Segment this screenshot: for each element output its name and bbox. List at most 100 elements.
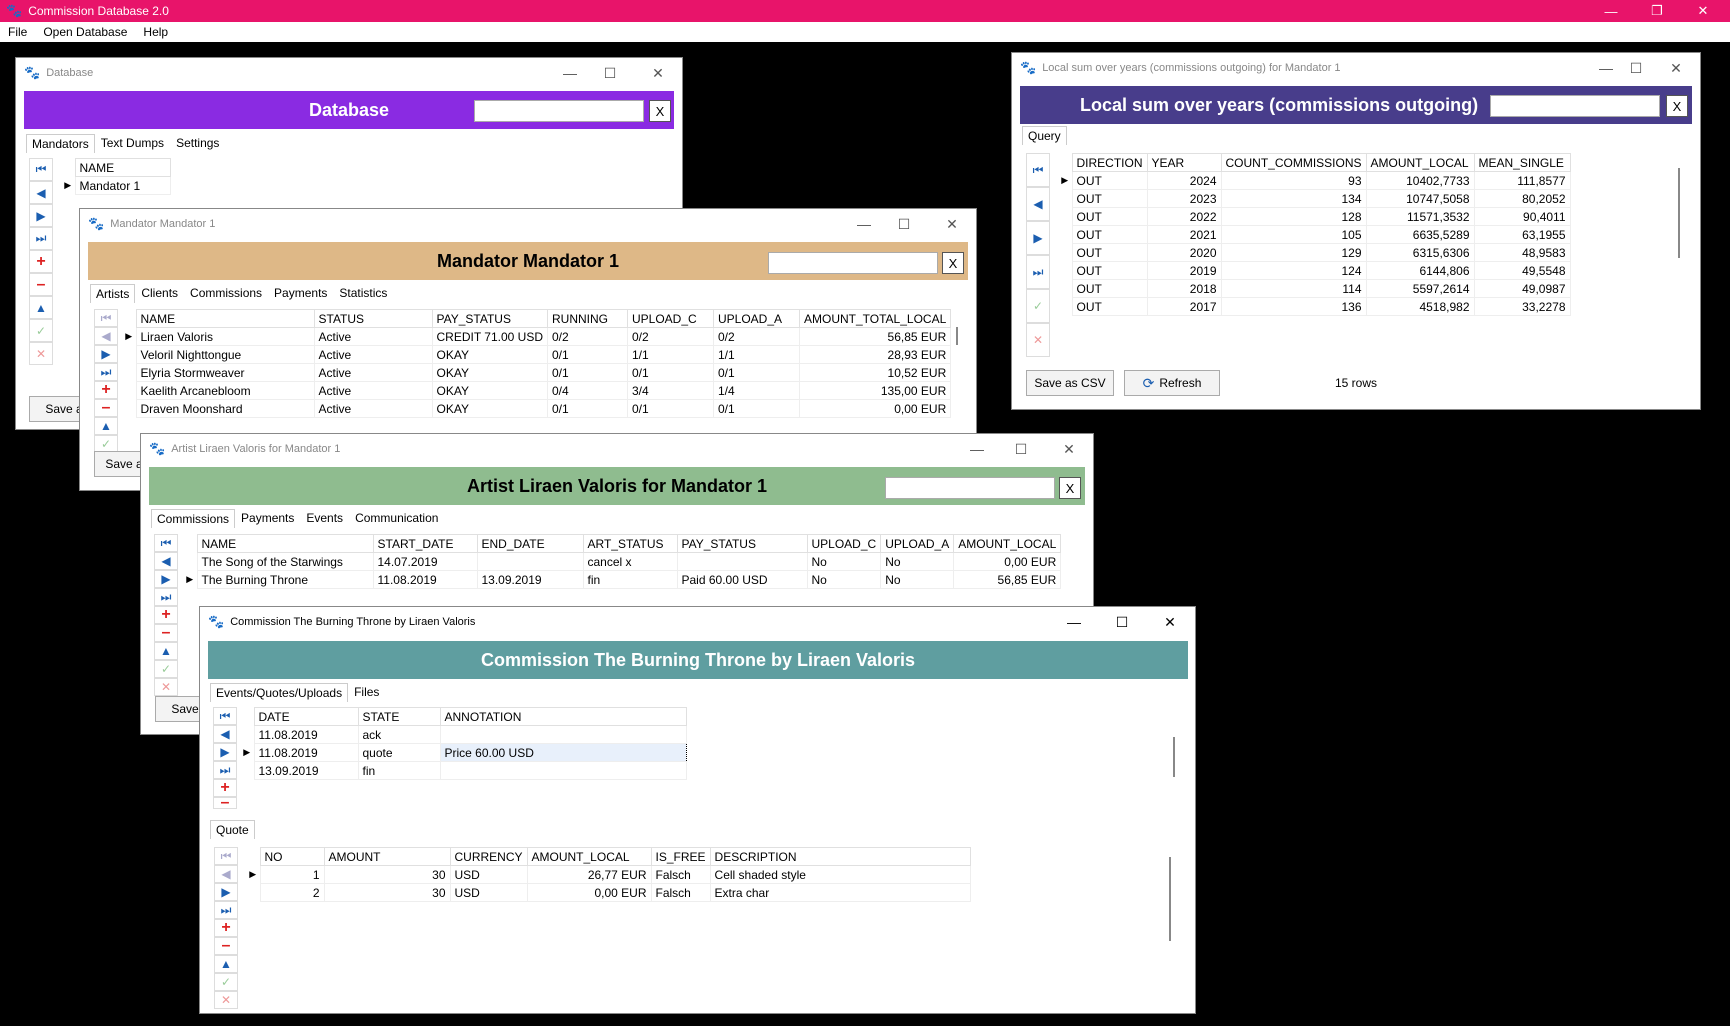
table-cell[interactable]: Falsch xyxy=(650,883,711,902)
table-row[interactable]: The Song of the Starwings 14.07.2019 cance… xyxy=(183,552,1062,571)
column-header[interactable]: PAY_STATUS xyxy=(676,534,808,553)
minimize-icon[interactable]: — xyxy=(1050,607,1098,637)
table-cell[interactable]: OUT xyxy=(1071,279,1148,298)
table-cell[interactable]: Mandator 1 xyxy=(74,176,171,195)
table-cell[interactable]: Active xyxy=(313,399,433,418)
tab-statistics[interactable]: Statistics xyxy=(333,283,393,303)
cancel-record-icon[interactable]: ✕ xyxy=(154,678,178,696)
vertical-scrollbar[interactable] xyxy=(956,327,958,345)
table-cell[interactable]: 30 xyxy=(323,883,451,902)
table-cell[interactable]: 13.09.2019 xyxy=(476,570,584,589)
table-cell[interactable]: fin xyxy=(357,761,441,780)
vertical-scrollbar[interactable] xyxy=(1173,737,1175,777)
refresh-button[interactable]: ⟳ Refresh xyxy=(1124,370,1220,396)
first-record-icon[interactable]: ⏮ xyxy=(154,534,178,552)
restore-icon[interactable]: ❐ xyxy=(1634,0,1680,22)
search-input[interactable] xyxy=(1490,95,1660,117)
table-cell[interactable]: Draven Moonshard xyxy=(135,399,315,418)
table-row[interactable]: ▶ Mandator 1 xyxy=(61,176,171,195)
table-cell[interactable]: No xyxy=(806,552,882,571)
table-cell[interactable]: 1/1 xyxy=(626,345,714,364)
table-row[interactable]: ▶ OUT 2024 93 10402,7733 111,8577 xyxy=(1058,171,1571,190)
prior-record-icon[interactable]: ◀ xyxy=(1026,187,1050,221)
column-header[interactable]: NO xyxy=(259,847,325,866)
table-cell[interactable] xyxy=(476,552,584,571)
tab-communication[interactable]: Communication xyxy=(349,508,444,528)
table-cell[interactable]: 2023 xyxy=(1146,189,1222,208)
table-cell[interactable]: 111,8577 xyxy=(1473,171,1571,190)
table-cell[interactable]: 93 xyxy=(1220,171,1367,190)
column-header[interactable]: RUNNING xyxy=(546,309,628,328)
first-record-icon[interactable]: ⏮ xyxy=(29,158,53,181)
table-cell[interactable]: 2 xyxy=(259,883,325,902)
table-cell[interactable]: 0/2 xyxy=(626,327,714,346)
table-cell[interactable]: 11.08.2019 xyxy=(253,743,359,762)
table-cell[interactable]: ack xyxy=(357,725,441,744)
tab-payments[interactable]: Payments xyxy=(235,508,300,528)
table-cell[interactable]: Active xyxy=(313,345,433,364)
cancel-record-icon[interactable]: ✕ xyxy=(214,991,238,1009)
close-icon[interactable]: ✕ xyxy=(1680,0,1726,22)
table-cell[interactable]: cancel x xyxy=(582,552,678,571)
column-header[interactable]: UPLOAD_C xyxy=(626,309,714,328)
table-cell[interactable]: 0/1 xyxy=(712,399,800,418)
column-header[interactable]: NAME xyxy=(196,534,374,553)
column-header[interactable]: NAME xyxy=(135,309,315,328)
table-cell[interactable]: Active xyxy=(313,381,433,400)
close-icon[interactable]: ✕ xyxy=(634,58,682,88)
add-record-icon[interactable]: + xyxy=(154,606,178,624)
close-icon[interactable]: ✕ xyxy=(1045,434,1093,464)
table-cell[interactable]: Active xyxy=(313,327,433,346)
tab-quote[interactable]: Quote xyxy=(210,820,255,839)
delete-record-icon[interactable]: – xyxy=(29,273,53,296)
last-record-icon[interactable]: ⏭ xyxy=(29,227,53,250)
delete-record-icon[interactable]: – xyxy=(213,794,237,811)
table-cell[interactable]: 48,9583 xyxy=(1473,243,1571,262)
table-cell[interactable]: 80,2052 xyxy=(1473,189,1571,208)
tab-settings[interactable]: Settings xyxy=(170,133,225,153)
table-cell[interactable]: 10,52 EUR xyxy=(798,363,952,382)
first-record-icon[interactable]: ⏮ xyxy=(94,309,118,327)
table-cell[interactable]: 0/1 xyxy=(546,399,628,418)
table-cell[interactable]: 33,2278 xyxy=(1473,297,1571,316)
table-row[interactable]: Veloril Nighttongue Active OKAY 0/1 1/1 1/1 28… xyxy=(122,345,952,364)
table-cell[interactable]: OKAY xyxy=(431,345,548,364)
menu-open-database[interactable]: Open Database xyxy=(35,25,135,39)
table-row[interactable]: OUT 2023 134 10747,5058 80,2052 xyxy=(1058,189,1571,208)
column-header[interactable]: AMOUNT_LOCAL xyxy=(526,847,652,866)
column-header[interactable]: MEAN_SINGLE xyxy=(1473,153,1571,172)
table-cell[interactable]: 56,85 EUR xyxy=(798,327,952,346)
table-cell[interactable]: 2021 xyxy=(1146,225,1222,244)
table-cell[interactable]: 5597,2614 xyxy=(1365,279,1475,298)
edit-record-icon[interactable]: ▲ xyxy=(29,296,53,319)
table-cell[interactable]: USD xyxy=(449,865,528,884)
table-cell[interactable]: OUT xyxy=(1071,225,1148,244)
column-header[interactable]: NAME xyxy=(74,158,171,177)
table-cell[interactable]: 124 xyxy=(1220,261,1367,280)
post-record-icon[interactable]: ✓ xyxy=(29,319,53,342)
table-cell[interactable]: 3/4 xyxy=(626,381,714,400)
menu-help[interactable]: Help xyxy=(135,25,176,39)
tab-clients[interactable]: Clients xyxy=(135,283,184,303)
table-cell[interactable]: 11571,3532 xyxy=(1365,207,1475,226)
cancel-record-icon[interactable]: ✕ xyxy=(1026,323,1050,357)
table-cell[interactable] xyxy=(439,761,687,780)
table-cell[interactable]: The Burning Throne xyxy=(196,570,374,589)
prior-record-icon[interactable]: ◀ xyxy=(29,181,53,204)
table-cell[interactable]: 13.09.2019 xyxy=(253,761,359,780)
add-record-icon[interactable]: + xyxy=(94,381,118,399)
table-cell[interactable]: OUT xyxy=(1071,171,1148,190)
table-row[interactable]: Draven Moonshard Active OKAY 0/1 0/1 0/1 0,00 … xyxy=(122,399,952,418)
prior-record-icon[interactable]: ◀ xyxy=(94,327,118,345)
table-cell[interactable] xyxy=(439,725,687,744)
table-row[interactable]: ▶ 11.08.2019 quote Price 60.00 USD xyxy=(240,743,687,762)
table-cell[interactable]: Falsch xyxy=(650,865,711,884)
table-cell[interactable]: USD xyxy=(449,883,528,902)
search-clear-button[interactable]: X xyxy=(1666,95,1688,117)
table-cell[interactable]: Extra char xyxy=(709,883,971,902)
search-input[interactable] xyxy=(768,252,938,274)
table-cell[interactable]: 4518,982 xyxy=(1365,297,1475,316)
table-cell[interactable]: CREDIT 71.00 USD xyxy=(431,327,548,346)
column-header[interactable]: UPLOAD_A xyxy=(712,309,800,328)
table-cell[interactable]: Veloril Nighttongue xyxy=(135,345,315,364)
